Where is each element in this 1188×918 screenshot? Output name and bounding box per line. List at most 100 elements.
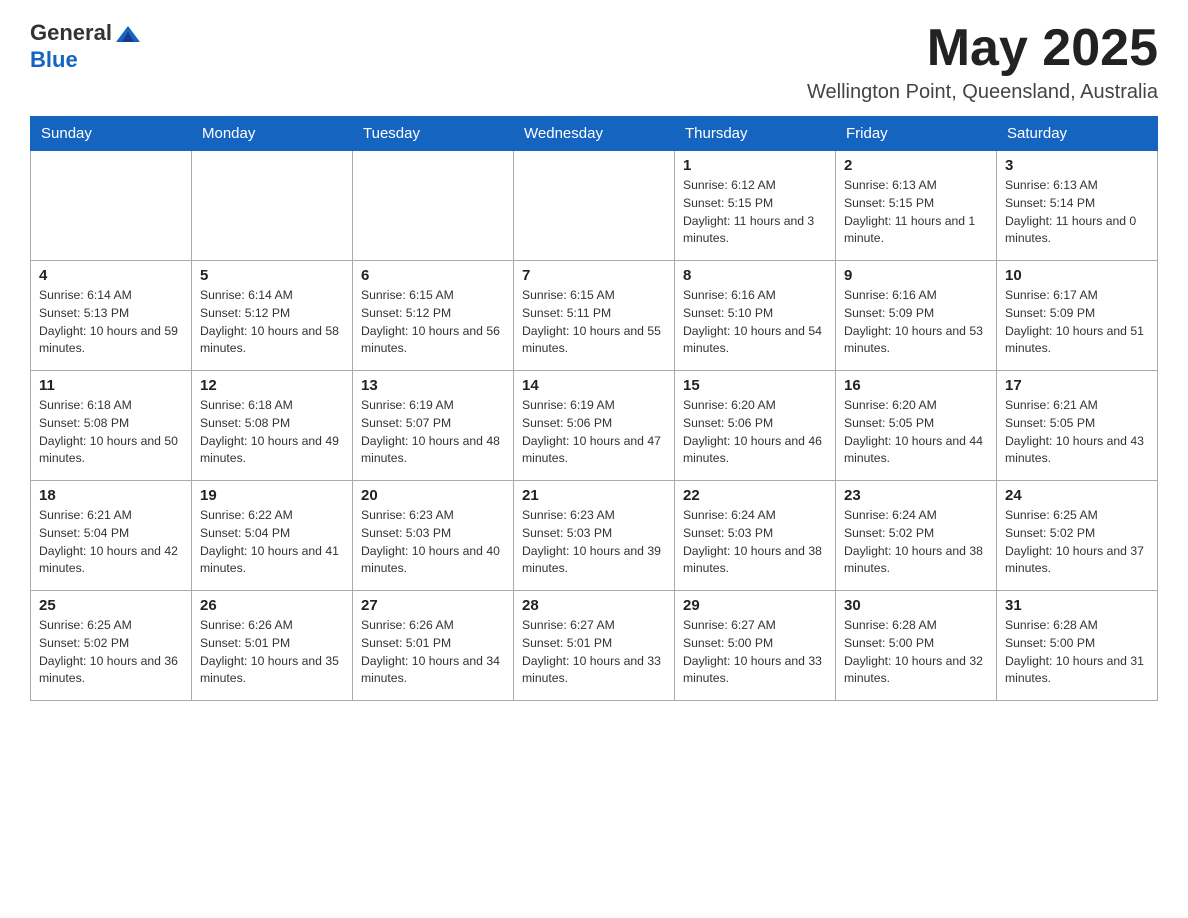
calendar-cell: 14Sunrise: 6:19 AMSunset: 5:06 PMDayligh… [514, 371, 675, 481]
calendar-cell: 28Sunrise: 6:27 AMSunset: 5:01 PMDayligh… [514, 591, 675, 701]
weekday-header-tuesday: Tuesday [353, 117, 514, 151]
day-number: 11 [39, 377, 183, 394]
day-info: Sunrise: 6:25 AMSunset: 5:02 PMDaylight:… [1005, 507, 1149, 578]
day-number: 9 [844, 267, 988, 284]
calendar-cell: 1 Sunrise: 6:12 AMSunset: 5:15 PMDaylight… [675, 151, 836, 261]
day-info: Sunrise: 6:14 AMSunset: 5:12 PMDaylight:… [200, 287, 344, 358]
calendar-cell: 7 Sunrise: 6:15 AMSunset: 5:11 PMDaylight… [514, 261, 675, 371]
calendar-cell [353, 151, 514, 261]
day-info: Sunrise: 6:21 AMSunset: 5:05 PMDaylight:… [1005, 397, 1149, 468]
calendar-cell: 26 Sunrise: 6:26 AMSunset: 5:01 PMDayligh… [192, 591, 353, 701]
logo: General Blue [30, 20, 142, 72]
weekday-header-sunday: Sunday [31, 117, 192, 151]
calendar-cell [514, 151, 675, 261]
day-info: Sunrise: 6:23 AMSunset: 5:03 PMDaylight:… [522, 507, 666, 578]
calendar-cell: 29 Sunrise: 6:27 AMSunset: 5:00 PMDayligh… [675, 591, 836, 701]
day-info: Sunrise: 6:14 AMSunset: 5:13 PMDaylight:… [39, 287, 183, 358]
calendar-cell: 21 Sunrise: 6:23 AMSunset: 5:03 PMDayligh… [514, 481, 675, 591]
calendar-cell: 19 Sunrise: 6:22 AMSunset: 5:04 PMDayligh… [192, 481, 353, 591]
day-number: 8 [683, 267, 827, 284]
logo-text: General [30, 20, 142, 48]
day-number: 10 [1005, 267, 1149, 284]
calendar-cell: 16 Sunrise: 6:20 AMSunset: 5:05 PMDayligh… [836, 371, 997, 481]
day-info: Sunrise: 6:18 AMSunset: 5:08 PMDaylight:… [39, 397, 183, 468]
day-info: Sunrise: 6:18 AMSunset: 5:08 PMDaylight:… [200, 397, 344, 468]
day-number: 2 [844, 157, 988, 174]
day-number: 6 [361, 267, 505, 284]
day-info: Sunrise: 6:13 AMSunset: 5:14 PMDaylight:… [1005, 177, 1149, 248]
week-row-4: 18 Sunrise: 6:21 AMSunset: 5:04 PMDayligh… [31, 481, 1158, 591]
day-number: 21 [522, 487, 666, 504]
day-info: Sunrise: 6:20 AMSunset: 5:06 PMDaylight:… [683, 397, 827, 468]
day-number: 1 [683, 157, 827, 174]
day-number: 18 [39, 487, 183, 504]
day-number: 7 [522, 267, 666, 284]
day-info: Sunrise: 6:16 AMSunset: 5:10 PMDaylight:… [683, 287, 827, 358]
day-number: 31 [1005, 597, 1149, 614]
day-info: Sunrise: 6:15 AMSunset: 5:12 PMDaylight:… [361, 287, 505, 358]
week-row-5: 25 Sunrise: 6:25 AMSunset: 5:02 PMDayligh… [31, 591, 1158, 701]
day-info: Sunrise: 6:28 AMSunset: 5:00 PMDaylight:… [1005, 617, 1149, 688]
day-number: 24 [1005, 487, 1149, 504]
day-number: 4 [39, 267, 183, 284]
title-area: May 2025 Wellington Point, Queensland, A… [807, 20, 1158, 104]
week-row-3: 11 Sunrise: 6:18 AMSunset: 5:08 PMDayligh… [31, 371, 1158, 481]
day-number: 26 [200, 597, 344, 614]
day-info: Sunrise: 6:19 AMSunset: 5:07 PMDaylight:… [361, 397, 505, 468]
day-number: 27 [361, 597, 505, 614]
day-number: 29 [683, 597, 827, 614]
calendar-cell: 9 Sunrise: 6:16 AMSunset: 5:09 PMDaylight… [836, 261, 997, 371]
day-info: Sunrise: 6:27 AMSunset: 5:01 PMDaylight:… [522, 617, 666, 688]
location-title: Wellington Point, Queensland, Australia [807, 81, 1158, 104]
weekday-header-thursday: Thursday [675, 117, 836, 151]
day-info: Sunrise: 6:16 AMSunset: 5:09 PMDaylight:… [844, 287, 988, 358]
calendar-cell: 6 Sunrise: 6:15 AMSunset: 5:12 PMDaylight… [353, 261, 514, 371]
week-row-1: 1 Sunrise: 6:12 AMSunset: 5:15 PMDaylight… [31, 151, 1158, 261]
month-title: May 2025 [807, 20, 1158, 77]
calendar-cell: 31 Sunrise: 6:28 AMSunset: 5:00 PMDayligh… [997, 591, 1158, 701]
calendar-cell: 30Sunrise: 6:28 AMSunset: 5:00 PMDayligh… [836, 591, 997, 701]
calendar-cell [31, 151, 192, 261]
day-number: 15 [683, 377, 827, 394]
weekday-header-row: SundayMondayTuesdayWednesdayThursdayFrid… [31, 117, 1158, 151]
day-info: Sunrise: 6:12 AMSunset: 5:15 PMDaylight:… [683, 177, 827, 248]
day-number: 20 [361, 487, 505, 504]
day-info: Sunrise: 6:21 AMSunset: 5:04 PMDaylight:… [39, 507, 183, 578]
day-info: Sunrise: 6:26 AMSunset: 5:01 PMDaylight:… [200, 617, 344, 688]
day-info: Sunrise: 6:20 AMSunset: 5:05 PMDaylight:… [844, 397, 988, 468]
calendar-cell: 23Sunrise: 6:24 AMSunset: 5:02 PMDayligh… [836, 481, 997, 591]
day-info: Sunrise: 6:24 AMSunset: 5:03 PMDaylight:… [683, 507, 827, 578]
calendar-cell: 27 Sunrise: 6:26 AMSunset: 5:01 PMDayligh… [353, 591, 514, 701]
calendar-cell: 10 Sunrise: 6:17 AMSunset: 5:09 PMDayligh… [997, 261, 1158, 371]
weekday-header-wednesday: Wednesday [514, 117, 675, 151]
calendar-cell: 25 Sunrise: 6:25 AMSunset: 5:02 PMDayligh… [31, 591, 192, 701]
day-number: 22 [683, 487, 827, 504]
logo-icon [114, 20, 142, 48]
logo-blue-text: Blue [30, 48, 142, 72]
day-info: Sunrise: 6:23 AMSunset: 5:03 PMDaylight:… [361, 507, 505, 578]
day-number: 23 [844, 487, 988, 504]
calendar-cell [192, 151, 353, 261]
day-number: 5 [200, 267, 344, 284]
day-info: Sunrise: 6:13 AMSunset: 5:15 PMDaylight:… [844, 177, 988, 248]
day-info: Sunrise: 6:15 AMSunset: 5:11 PMDaylight:… [522, 287, 666, 358]
day-number: 19 [200, 487, 344, 504]
day-info: Sunrise: 6:25 AMSunset: 5:02 PMDaylight:… [39, 617, 183, 688]
day-number: 17 [1005, 377, 1149, 394]
calendar-cell: 17 Sunrise: 6:21 AMSunset: 5:05 PMDayligh… [997, 371, 1158, 481]
day-number: 13 [361, 377, 505, 394]
day-info: Sunrise: 6:28 AMSunset: 5:00 PMDaylight:… [844, 617, 988, 688]
day-info: Sunrise: 6:26 AMSunset: 5:01 PMDaylight:… [361, 617, 505, 688]
day-number: 3 [1005, 157, 1149, 174]
calendar-cell: 12Sunrise: 6:18 AMSunset: 5:08 PMDayligh… [192, 371, 353, 481]
day-number: 16 [844, 377, 988, 394]
weekday-header-monday: Monday [192, 117, 353, 151]
day-info: Sunrise: 6:19 AMSunset: 5:06 PMDaylight:… [522, 397, 666, 468]
day-number: 25 [39, 597, 183, 614]
weekday-header-friday: Friday [836, 117, 997, 151]
day-info: Sunrise: 6:22 AMSunset: 5:04 PMDaylight:… [200, 507, 344, 578]
calendar-cell: 5 Sunrise: 6:14 AMSunset: 5:12 PMDaylight… [192, 261, 353, 371]
day-info: Sunrise: 6:27 AMSunset: 5:00 PMDaylight:… [683, 617, 827, 688]
calendar-table: SundayMondayTuesdayWednesdayThursdayFrid… [30, 116, 1158, 701]
day-info: Sunrise: 6:17 AMSunset: 5:09 PMDaylight:… [1005, 287, 1149, 358]
